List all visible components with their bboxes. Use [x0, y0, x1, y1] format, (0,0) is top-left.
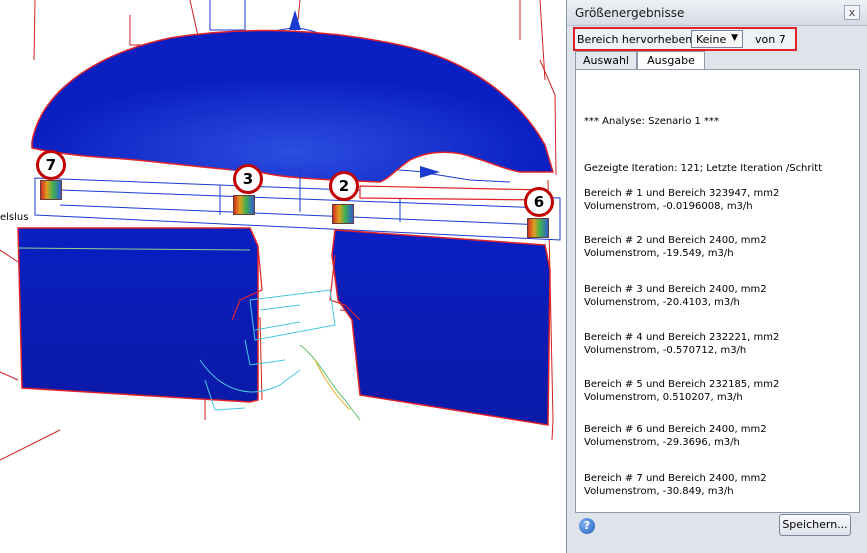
highlight-region-select[interactable]: Keine ▼	[691, 30, 743, 48]
region-7-flow: Volumenstrom, -30.849, m3/h	[584, 486, 734, 497]
region-marker-3[interactable]: 3	[233, 164, 263, 194]
region-4-flow: Volumenstrom, -0.570712, m3/h	[584, 345, 747, 356]
viewport-partial-label: elslus	[0, 212, 29, 223]
region-3-area: Bereich # 3 und Bereich 2400, mm2	[584, 284, 767, 295]
region-marker-6[interactable]: 6	[524, 187, 554, 217]
region-6-flow: Volumenstrom, -29.3696, m3/h	[584, 437, 740, 448]
tab-ausgabe[interactable]: Ausgabe	[637, 51, 705, 70]
region-marker-2[interactable]: 2	[329, 171, 359, 201]
region-1-flow: Volumenstrom, -0.0196008, m3/h	[584, 201, 753, 212]
chevron-down-icon: ▼	[731, 33, 738, 43]
region-4-area: Bereich # 4 und Bereich 232221, mm2	[584, 332, 780, 343]
3d-viewport[interactable]: elslus 7 3 2 6	[0, 0, 567, 553]
analysis-line: *** Analyse: Szenario 1 ***	[584, 116, 720, 127]
region-2-area: Bereich # 2 und Bereich 2400, mm2	[584, 235, 767, 246]
highlight-region-row: Bereich hervorheben: Keine ▼ von 7	[573, 27, 797, 51]
sensor-region-3[interactable]	[233, 195, 255, 215]
model-geometry	[0, 0, 561, 461]
region-3-flow: Volumenstrom, -20.4103, m3/h	[584, 297, 740, 308]
region-5-flow: Volumenstrom, 0.510207, m3/h	[584, 392, 743, 403]
sensor-region-6[interactable]	[527, 218, 549, 238]
region-7-area: Bereich # 7 und Bereich 2400, mm2	[584, 473, 767, 484]
iteration-line: Gezeigte Iteration: 121; Letzte Iteratio…	[584, 163, 823, 174]
highlight-region-label: Bereich hervorheben:	[577, 33, 696, 46]
save-button[interactable]: Speichern...	[779, 514, 851, 536]
tab-auswahl[interactable]: Auswahl	[575, 51, 637, 69]
results-panel: Größenergebnisse x Bereich hervorheben: …	[566, 0, 867, 553]
highlight-region-value: Keine	[696, 33, 727, 46]
region-marker-7[interactable]: 7	[36, 150, 66, 180]
region-2-flow: Volumenstrom, -19.549, m3/h	[584, 248, 734, 259]
panel-titlebar[interactable]: Größenergebnisse x	[567, 0, 867, 26]
help-icon[interactable]: ?	[579, 518, 595, 534]
panel-title: Größenergebnisse	[575, 6, 685, 20]
sensor-region-7[interactable]	[40, 180, 62, 200]
highlight-region-count: von 7	[755, 33, 786, 46]
close-icon[interactable]: x	[844, 5, 860, 20]
region-5-area: Bereich # 5 und Bereich 232185, mm2	[584, 379, 780, 390]
region-1-area: Bereich # 1 und Bereich 323947, mm2	[584, 188, 780, 199]
sensor-region-2[interactable]	[332, 204, 354, 224]
region-6-area: Bereich # 6 und Bereich 2400, mm2	[584, 424, 767, 435]
output-text-area[interactable]: *** Analyse: Szenario 1 *** Gezeigte Ite…	[575, 69, 860, 513]
